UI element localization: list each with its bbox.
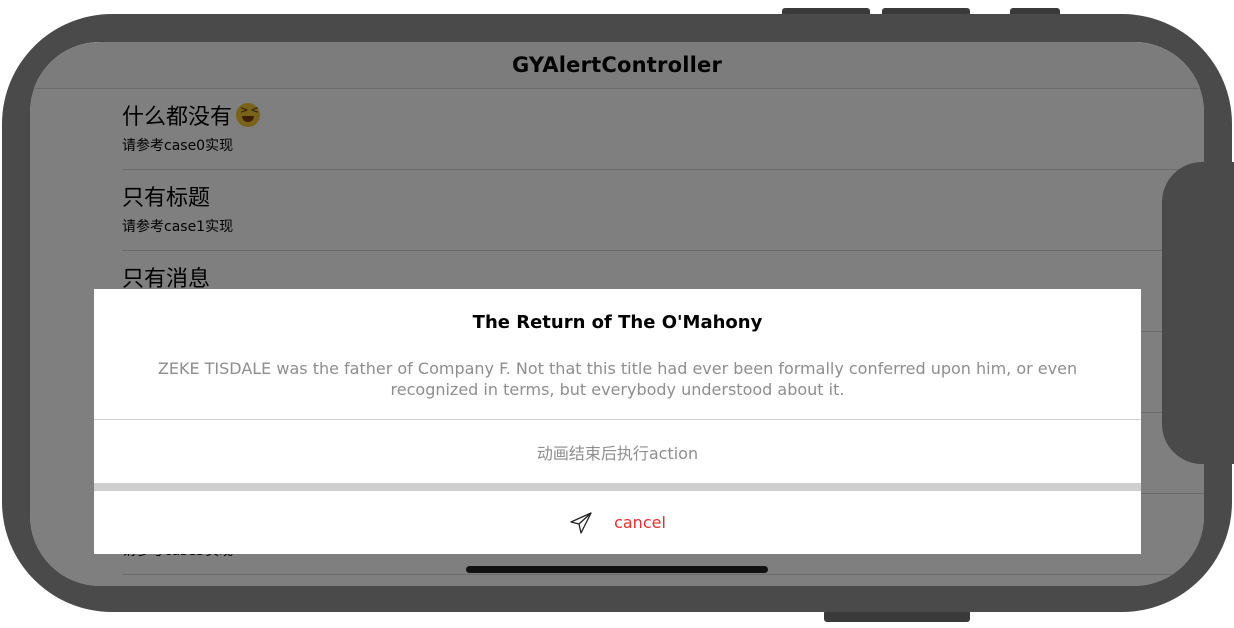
- alert-title: The Return of The O'Mahony: [472, 312, 763, 333]
- alert-action-label: 动画结束后执行action: [536, 443, 699, 463]
- alert-content: The Return of The O'Mahony ZEKE TISDALE …: [94, 289, 1141, 483]
- paper-plane-icon: [570, 511, 592, 534]
- alert-action-button[interactable]: 动画结束后执行action: [94, 420, 1141, 483]
- home-indicator: [466, 566, 768, 573]
- alert-dialog: The Return of The O'Mahony ZEKE TISDALE …: [94, 289, 1141, 554]
- cancel-button[interactable]: cancel: [94, 491, 1141, 554]
- alert-separator: [94, 483, 1141, 491]
- device-notch: [1162, 162, 1234, 464]
- cancel-label: cancel: [614, 513, 666, 532]
- alert-message: ZEKE TISDALE was the father of Company F…: [157, 359, 1078, 399]
